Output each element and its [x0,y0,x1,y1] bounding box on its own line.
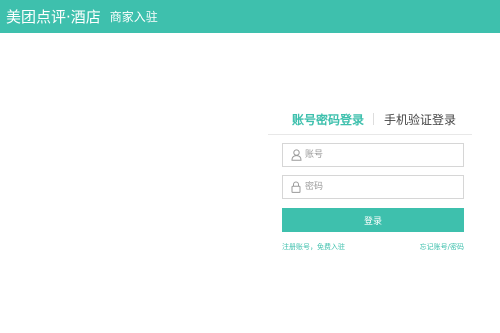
login-button[interactable]: 登录 [282,208,464,232]
login-tabs: 账号密码登录 手机验证登录 [268,108,472,135]
username-field[interactable] [282,143,464,167]
register-link[interactable]: 注册账号，免费入驻 [282,242,345,252]
tab-account-password-login[interactable]: 账号密码登录 [292,111,364,128]
login-panel: 账号密码登录 手机验证登录 登录 注册账号，免费入驻 [268,108,472,258]
forgot-password-link[interactable]: 忘记账号/密码 [420,242,464,252]
username-input[interactable] [305,146,455,164]
top-header-bar: 美团点评·酒店 商家入驻 [0,0,500,33]
password-input[interactable] [305,178,455,196]
lock-icon [289,180,303,194]
brand-logo-text[interactable]: 美团点评·酒店 [6,6,101,27]
user-icon [289,148,303,162]
page: 美团点评·酒店 商家入驻 账号密码登录 手机验证登录 账号 登录 注册账号，免费… [0,0,500,333]
tab-divider [373,113,374,125]
tab-phone-verification-login[interactable]: 手机验证登录 [384,111,456,128]
merchant-onboarding-link[interactable]: 商家入驻 [110,8,158,25]
password-field[interactable] [282,175,464,199]
